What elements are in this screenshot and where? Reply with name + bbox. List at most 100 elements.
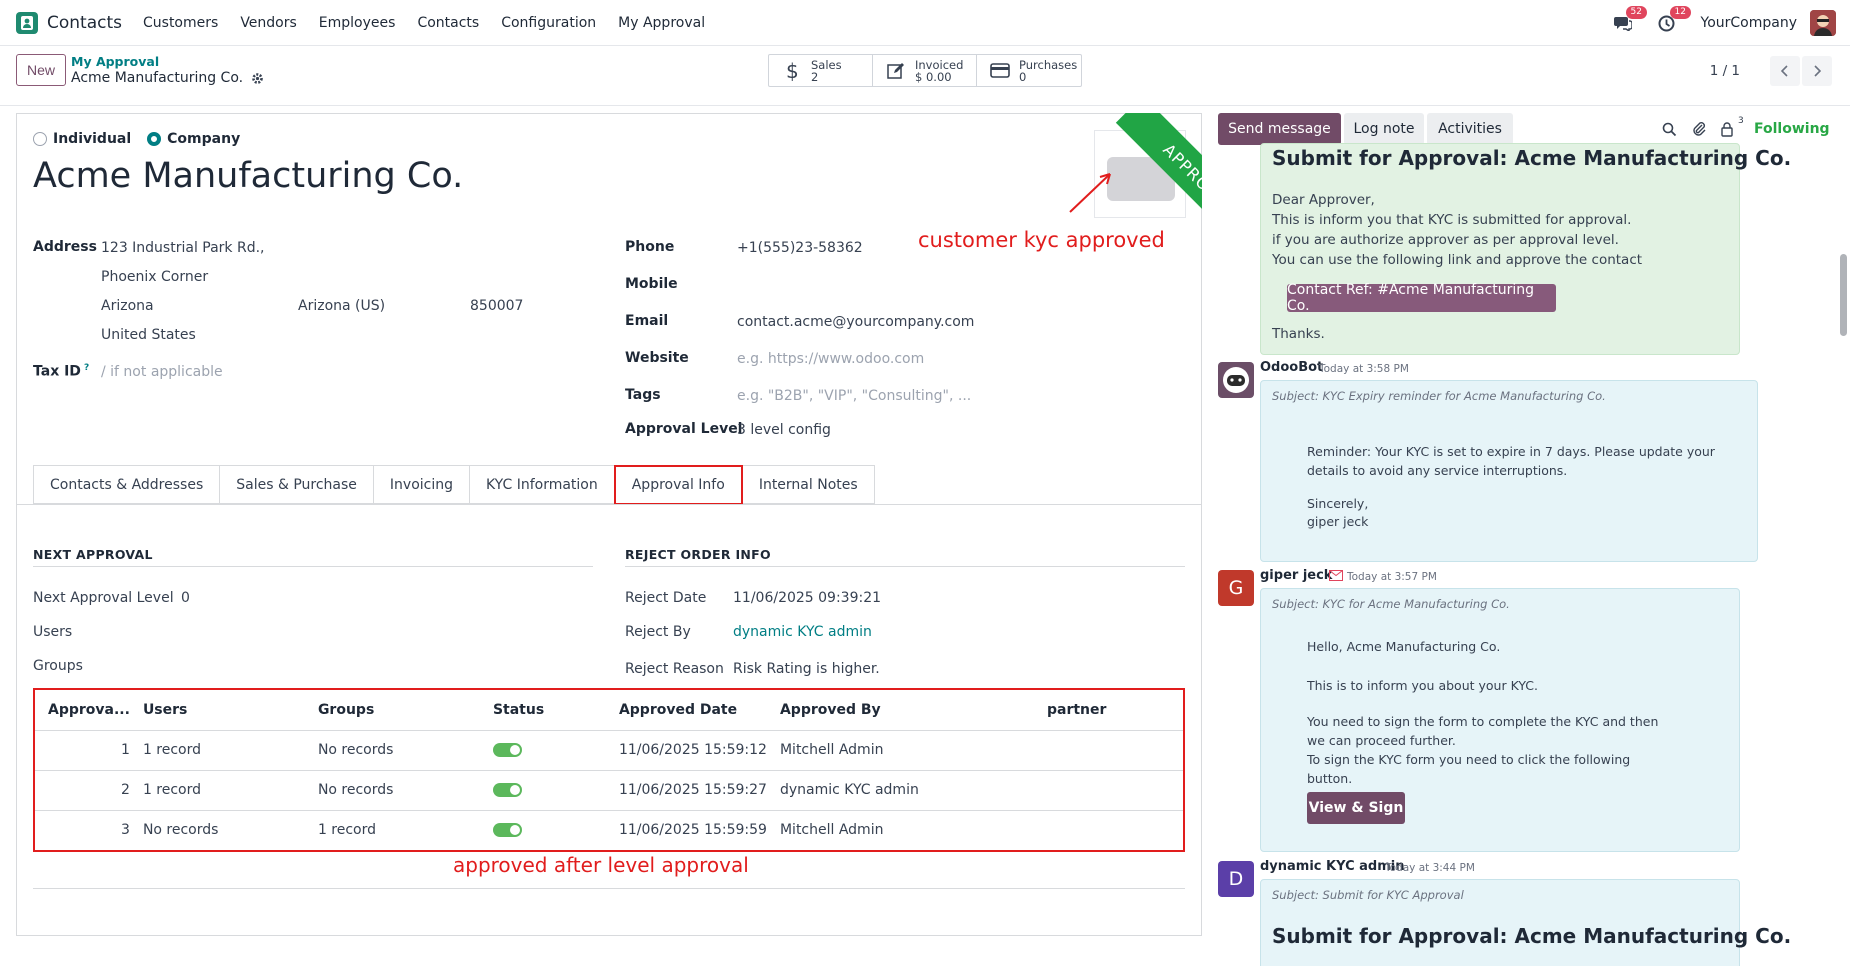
activities-button[interactable]: Activities xyxy=(1427,113,1513,145)
annotation-arrow xyxy=(1069,173,1111,213)
msg1-line: You can use the following link and appro… xyxy=(1272,252,1643,268)
menu-my-approval[interactable]: My Approval xyxy=(618,15,705,31)
svg-text:$: $ xyxy=(786,60,799,82)
phone-field[interactable]: +1(555)23-58362 xyxy=(737,240,863,256)
activities-badge: 12 xyxy=(1669,5,1691,19)
cell-partner xyxy=(1034,810,1183,850)
menu-vendors[interactable]: Vendors xyxy=(240,15,296,31)
chatter-panel: Send message Log note Activities 3 Follo… xyxy=(1208,106,1850,966)
tab-internal-notes[interactable]: Internal Notes xyxy=(742,465,875,504)
state-field[interactable]: Arizona (US) xyxy=(298,298,385,314)
zip-field[interactable]: 850007 xyxy=(470,298,523,314)
msg3-author[interactable]: giper jeck xyxy=(1260,568,1332,583)
email-label: Email xyxy=(625,313,669,329)
followers-count: 3 xyxy=(1738,116,1744,126)
paperclip-icon[interactable] xyxy=(1692,121,1707,137)
table-row[interactable]: 3 No records 1 record 11/06/2025 15:59:5… xyxy=(35,810,1183,850)
user-avatar[interactable] xyxy=(1810,10,1836,36)
menu-employees[interactable]: Employees xyxy=(319,15,396,31)
tab-sales-purchase[interactable]: Sales & Purchase xyxy=(219,465,373,504)
odoobot-avatar[interactable] xyxy=(1218,362,1254,398)
contacts-app-icon[interactable] xyxy=(16,11,38,34)
mobile-field[interactable] xyxy=(737,277,1037,295)
table-row[interactable]: 2 1 record No records 11/06/2025 15:59:2… xyxy=(35,770,1183,811)
status-toggle[interactable] xyxy=(492,823,522,838)
tab-contacts-addresses[interactable]: Contacts & Addresses xyxy=(33,465,220,504)
col-approval-level[interactable]: Approva... xyxy=(35,690,130,731)
msg2-author[interactable]: OdooBot xyxy=(1260,360,1323,375)
website-field[interactable]: e.g. https://www.odoo.com xyxy=(737,351,924,367)
tags-field[interactable]: e.g. "B2B", "VIP", "Consulting", ... xyxy=(737,388,971,404)
email-field[interactable]: contact.acme@yourcompany.com xyxy=(737,314,974,330)
reject-date-field[interactable]: 11/06/2025 09:39:21 xyxy=(733,590,881,606)
sales-smart-button[interactable]: $ Sales 2 xyxy=(769,55,873,86)
pager-next-button[interactable] xyxy=(1802,56,1832,86)
msg3-time: Today at 3:57 PM xyxy=(1347,571,1437,583)
col-users[interactable]: Users xyxy=(129,690,305,731)
menu-contacts[interactable]: Contacts xyxy=(417,15,479,31)
sales-label: Sales xyxy=(811,57,842,72)
tab-approval-info[interactable]: Approval Info xyxy=(613,465,743,505)
new-button[interactable]: New xyxy=(16,54,66,86)
purchases-smart-button[interactable]: Purchases 0 xyxy=(977,55,1081,86)
messages-systray[interactable]: 52 xyxy=(1613,6,1647,31)
next-approval-header: NEXT APPROVAL xyxy=(33,547,153,562)
status-toggle[interactable] xyxy=(492,783,522,797)
cell-groups: No records xyxy=(304,730,480,771)
street-field[interactable]: 123 Industrial Park Rd., xyxy=(101,240,265,256)
groups-label: Groups xyxy=(33,658,83,674)
pager-value[interactable]: 1 / 1 xyxy=(1710,63,1740,79)
cell-partner xyxy=(1033,730,1183,771)
company-radio[interactable] xyxy=(147,132,162,146)
msg4-author[interactable]: dynamic KYC admin xyxy=(1260,859,1404,874)
menu-configuration[interactable]: Configuration xyxy=(501,15,596,31)
cell-level: 1 xyxy=(35,730,130,771)
app-name[interactable]: Contacts xyxy=(47,13,122,33)
col-groups[interactable]: Groups xyxy=(304,690,480,731)
cell-approved-by: Mitchell Admin xyxy=(766,730,1034,771)
cell-status xyxy=(479,770,606,811)
taxid-field[interactable]: / if not applicable xyxy=(101,364,223,380)
reject-reason-field[interactable]: Risk Rating is higher. xyxy=(733,661,880,677)
next-level-field[interactable]: 0 xyxy=(181,590,190,606)
country-field[interactable]: United States xyxy=(101,327,196,343)
menu-customers[interactable]: Customers xyxy=(143,15,218,31)
followers-icon[interactable] xyxy=(1720,121,1734,137)
search-icon[interactable] xyxy=(1662,122,1677,137)
tab-invoicing[interactable]: Invoicing xyxy=(372,465,469,504)
individual-radio[interactable] xyxy=(33,132,47,146)
company-switcher[interactable]: YourCompany xyxy=(1701,15,1798,31)
individual-label: Individual xyxy=(53,131,132,147)
col-status[interactable]: Status xyxy=(479,690,606,731)
tab-kyc-information[interactable]: KYC Information xyxy=(469,465,614,504)
city-field[interactable]: Arizona xyxy=(101,298,154,314)
send-message-button[interactable]: Send message xyxy=(1218,113,1341,145)
chatter-scrollbar[interactable] xyxy=(1838,106,1850,966)
col-approved-date[interactable]: Approved Date xyxy=(605,690,767,731)
giper-jeck-avatar[interactable]: G xyxy=(1218,570,1254,606)
systray: 52 12 YourCompany xyxy=(1613,0,1850,46)
taxid-help-icon[interactable]: ? xyxy=(84,363,89,373)
reject-by-label: Reject By xyxy=(625,624,691,640)
contact-name[interactable]: Acme Manufacturing Co. xyxy=(33,156,463,196)
reject-by-link[interactable]: dynamic KYC admin xyxy=(733,624,872,640)
gear-icon[interactable] xyxy=(251,72,264,85)
pager-previous-button[interactable] xyxy=(1770,56,1800,86)
table-row[interactable]: 1 1 record No records 11/06/2025 15:59:1… xyxy=(35,730,1183,771)
approval-level-field[interactable]: 3 level config xyxy=(737,422,831,438)
following-button[interactable]: Following xyxy=(1754,121,1830,137)
col-partner[interactable]: partner xyxy=(1033,690,1183,731)
activities-systray[interactable]: 12 xyxy=(1658,5,1691,32)
view-sign-button[interactable]: View & Sign xyxy=(1307,792,1405,824)
col-approved-by[interactable]: Approved By xyxy=(766,690,1034,731)
street2-field[interactable]: Phoenix Corner xyxy=(101,269,208,285)
approval-level-label: Approval Level xyxy=(625,421,743,437)
log-note-button[interactable]: Log note xyxy=(1344,113,1424,145)
dynamic-kyc-admin-avatar[interactable]: D xyxy=(1218,861,1254,897)
status-toggle[interactable] xyxy=(492,743,522,757)
table-bottom-divider xyxy=(33,888,1185,889)
breadcrumb-parent[interactable]: My Approval xyxy=(71,54,159,69)
contact-ref-link-button[interactable]: Contact Ref: #Acme Manufacturing Co. xyxy=(1287,282,1556,314)
chatter-scrollbar-thumb[interactable] xyxy=(1840,254,1847,336)
invoiced-smart-button[interactable]: Invoiced $ 0.00 xyxy=(873,55,977,86)
